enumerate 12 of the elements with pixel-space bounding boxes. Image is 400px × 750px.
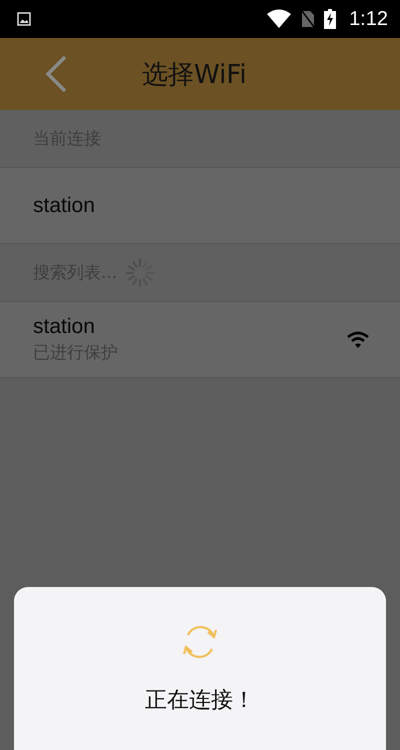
no-sim-icon	[301, 10, 316, 28]
image-icon	[17, 12, 31, 26]
battery-charging-icon	[324, 9, 336, 29]
dialog-message: 正在连接！	[145, 687, 255, 715]
back-icon[interactable]	[45, 55, 67, 93]
page-title: 选择WiFi	[142, 58, 247, 92]
wifi-icon	[346, 330, 370, 348]
clock-time: 1:12	[349, 8, 388, 30]
network-name: station	[33, 315, 96, 339]
network-name: station	[33, 194, 95, 218]
wifi-signal-icon	[266, 9, 292, 29]
network-row[interactable]: station	[0, 168, 400, 244]
